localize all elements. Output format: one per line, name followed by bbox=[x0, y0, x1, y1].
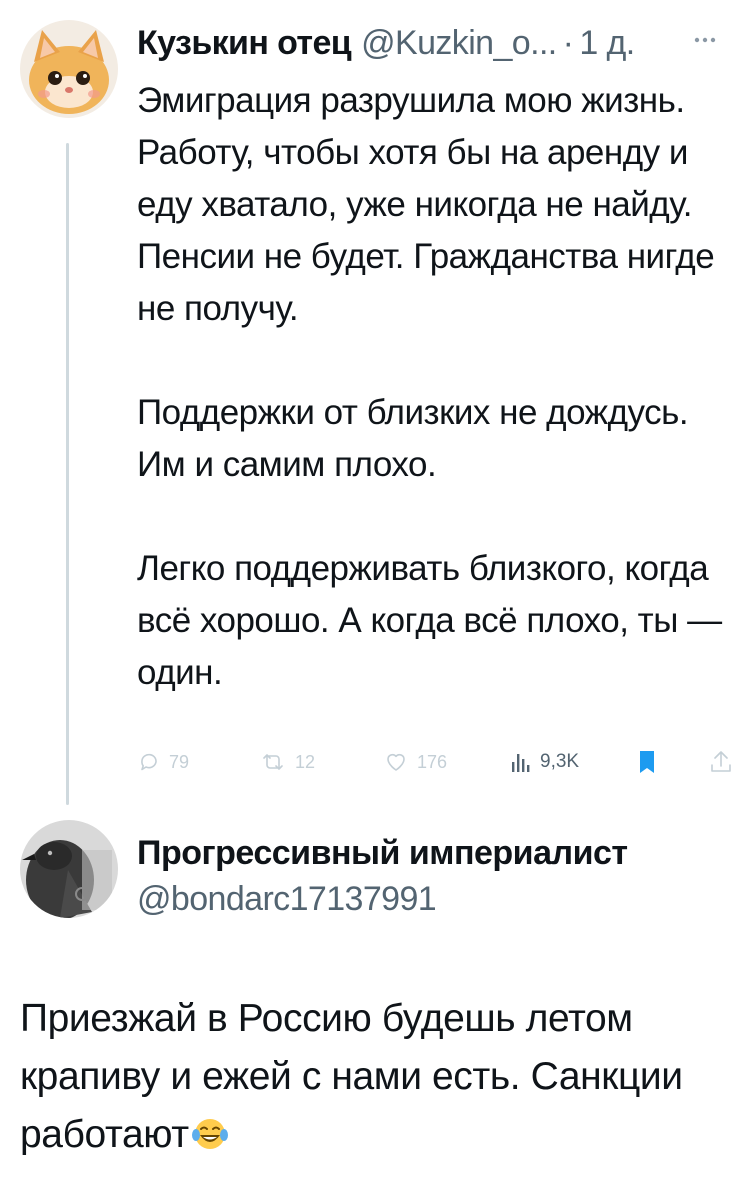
tweet-body: Эмиграция разрушила мою жизнь. Работу, ч… bbox=[137, 75, 737, 699]
heart-icon bbox=[387, 753, 405, 771]
author-handle[interactable]: @Kuzkin_o... bbox=[361, 24, 557, 63]
more-icon[interactable] bbox=[694, 24, 716, 50]
tweet-time[interactable]: 1 д. bbox=[579, 24, 635, 63]
joy-emoji-icon bbox=[191, 1110, 229, 1168]
like-count: 176 bbox=[417, 751, 448, 772]
tweet-header: Кузькин отец @Kuzkin_o... · 1 д. bbox=[137, 20, 635, 66]
share-button[interactable] bbox=[709, 745, 733, 779]
reply-header: Прогрессивный империалист @bondarc171379… bbox=[137, 830, 628, 922]
retweet-button[interactable]: 12 bbox=[259, 745, 315, 779]
thread-connector-line bbox=[66, 143, 69, 805]
reply-author-name[interactable]: Прогрессивный империалист bbox=[137, 830, 628, 876]
retweet-count: 12 bbox=[295, 751, 316, 772]
tweet-paragraph: Легко поддерживать близкого, когда всё х… bbox=[137, 549, 722, 692]
kitten-avatar-icon bbox=[20, 20, 118, 118]
reply-text: Приезжай в Россию будешь летом крапиву и… bbox=[20, 997, 683, 1156]
tweet-actions: 79 12 176 9,3K bbox=[137, 745, 737, 779]
reply-author-handle[interactable]: @bondarc17137991 bbox=[137, 876, 628, 922]
bookmark-icon bbox=[640, 751, 654, 773]
reply-body: Приезжай в Россию будешь летом крапиву и… bbox=[20, 990, 735, 1168]
views-icon bbox=[512, 754, 530, 772]
separator-dot: · bbox=[562, 23, 574, 62]
like-button[interactable]: 176 bbox=[383, 745, 447, 779]
retweet-icon bbox=[263, 754, 283, 770]
views-button[interactable]: 9,3K bbox=[510, 745, 579, 779]
reply-button[interactable]: 79 bbox=[137, 745, 189, 779]
share-icon bbox=[711, 751, 731, 772]
views-count: 9,3K bbox=[540, 751, 580, 772]
reply-author-avatar[interactable] bbox=[20, 820, 118, 918]
reply-count: 79 bbox=[169, 751, 190, 772]
tweet-paragraph: Поддержки от близких не дождусь. Им и са… bbox=[137, 393, 689, 484]
reply-icon bbox=[141, 753, 157, 771]
raven-avatar-icon bbox=[20, 820, 118, 918]
tweet-paragraph: Эмиграция разрушила мою жизнь. Работу, ч… bbox=[137, 81, 715, 328]
author-name[interactable]: Кузькин отец bbox=[137, 24, 352, 63]
bookmark-button[interactable] bbox=[638, 745, 656, 779]
author-avatar[interactable] bbox=[20, 20, 118, 118]
